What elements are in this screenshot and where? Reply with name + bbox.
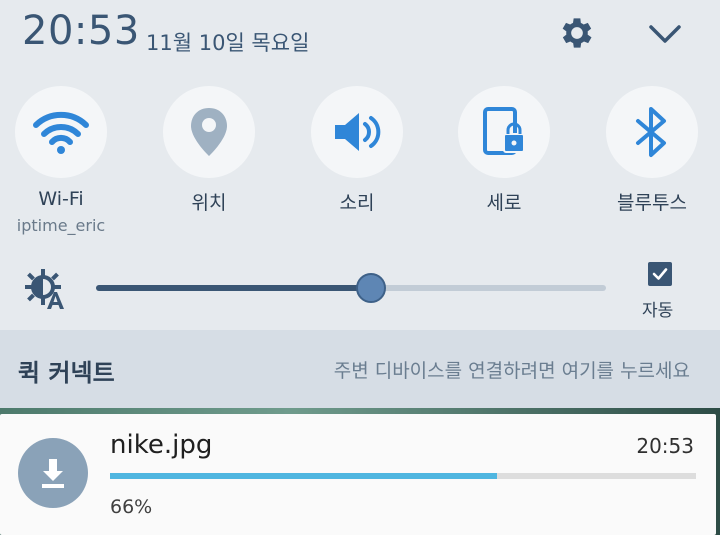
bluetooth-icon [636,107,666,157]
sound-icon [335,113,381,151]
auto-brightness-label: 자동 [642,301,674,321]
clock-time: 20:53 [22,8,140,54]
tile-rotation[interactable]: 세로 [434,86,574,215]
tile-label-wifi: Wi-Fi [38,188,84,210]
tile-location[interactable]: 위치 [139,86,279,215]
tile-bluetooth[interactable]: 블루투스 [582,86,720,215]
wifi-tile-button[interactable] [15,86,107,178]
brightness-auto-icon [24,268,66,310]
rotation-tile-button[interactable] [458,86,550,178]
quick-connect-bar[interactable]: 퀵 커넥트 주변 디바이스를 연결하려면 여기를 누르세요 [0,330,720,408]
sound-tile-button[interactable] [311,86,403,178]
quick-connect-hint: 주변 디바이스를 연결하려면 여기를 누르세요 [333,360,690,382]
file-name: nike.jpg [110,430,213,460]
location-icon [191,108,227,156]
quick-settings-tiles: Wi-Fi iptime_eric 위치 소리 세로 블루투스 [0,86,720,246]
notification-time: 20:53 [636,434,694,458]
date-label: 11월 10일 목요일 [146,31,310,55]
brightness-slider[interactable] [96,273,606,303]
brightness-thumb[interactable] [356,273,387,303]
download-progress-fill [110,473,497,479]
tile-label-rotation: 세로 [486,192,522,214]
wifi-network-name: iptime_eric [16,216,106,235]
chevron-down-icon[interactable] [643,16,687,52]
tile-sound[interactable]: 소리 [287,86,427,215]
portrait-lock-icon [483,107,525,155]
tile-wifi[interactable]: Wi-Fi iptime_eric [0,86,131,235]
auto-brightness-checkbox[interactable] [648,262,672,286]
gear-icon[interactable] [557,13,597,53]
tile-label-bluetooth: 블루투스 [617,192,687,214]
download-notification[interactable]: nike.jpg 20:53 66% [0,414,716,535]
location-tile-button[interactable] [163,86,255,178]
quick-connect-title: 퀵 커넥트 [18,359,115,387]
download-percent: 66% [110,496,153,518]
tile-label-sound: 소리 [339,192,375,214]
download-progress-bar [110,473,696,479]
wifi-icon [33,111,89,154]
tile-label-location: 위치 [191,192,227,214]
bluetooth-tile-button[interactable] [606,86,698,178]
brightness-fill [96,285,372,291]
download-icon [18,438,88,508]
status-header: 20:53 11월 10일 목요일 [0,0,720,80]
